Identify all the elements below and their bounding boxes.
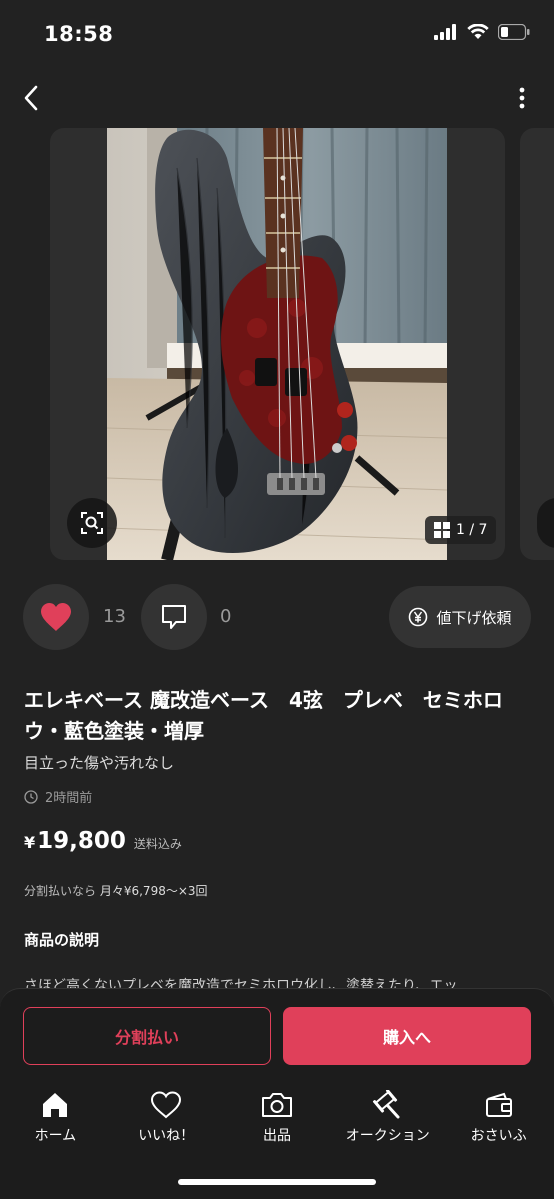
heart-filled-icon (41, 603, 71, 631)
action-row: 13 0 値下げ依頼 (0, 584, 554, 650)
split-pay-button[interactable]: 分割払い (23, 1007, 271, 1065)
tab-wallet-label: おさいふ (470, 1128, 527, 1144)
installment-info: 分割払いなら 月々¥6,798〜×3回 (24, 882, 208, 899)
tab-likes-label: いいね！ (138, 1128, 195, 1144)
more-button[interactable] (512, 84, 532, 112)
description-heading: 商品の説明 (24, 931, 100, 949)
photo-counter[interactable]: 1 / 7 (425, 516, 497, 544)
nav-bar (0, 76, 554, 120)
like-button[interactable] (23, 584, 89, 650)
tab-auction[interactable]: オークション (332, 1089, 443, 1149)
grid-icon (434, 522, 450, 538)
tab-home[interactable]: ホーム (0, 1089, 111, 1149)
posted-time: 2時間前 (24, 787, 92, 806)
tab-wallet[interactable]: おさいふ (443, 1089, 554, 1149)
photo-counter-text: 1 / 7 (456, 522, 488, 538)
home-indicator (178, 1179, 376, 1185)
like-count: 13 (103, 606, 126, 627)
item-condition: 目立った傷や汚れなし (24, 754, 175, 772)
wifi-icon (467, 23, 489, 44)
home-icon (38, 1089, 72, 1121)
image-gallery[interactable] (0, 128, 554, 560)
product-photo[interactable] (107, 128, 447, 560)
comment-icon (162, 605, 186, 629)
back-button[interactable] (16, 82, 46, 114)
battery-icon (497, 23, 530, 44)
price-row: ¥ 19,800 送料込み (24, 828, 182, 854)
status-bar: 18:58 (0, 0, 554, 70)
tab-auction-label: オークション (345, 1128, 430, 1144)
bottom-sheet: 分割払い 購入へ ホーム いいね！ 出品 オークション おさいふ (0, 988, 554, 1199)
tab-likes[interactable]: いいね！ (111, 1089, 222, 1149)
price-down-label: 値下げ依頼 (436, 608, 512, 627)
signal-icon (434, 24, 458, 44)
heart-icon (149, 1089, 183, 1121)
price-down-request-button[interactable]: 値下げ依頼 (389, 586, 531, 648)
currency-symbol: ¥ (24, 833, 36, 852)
installment-detail: 月々¥6,798〜×3回 (99, 884, 208, 898)
zoom-button[interactable] (67, 498, 117, 548)
tab-home-label: ホーム (34, 1128, 77, 1144)
shipping-note: 送料込み (133, 837, 182, 851)
installment-prefix: 分割払いなら (24, 884, 97, 898)
zoom-icon (81, 512, 103, 534)
camera-icon (260, 1089, 294, 1121)
status-time: 18:58 (44, 22, 114, 46)
chevron-left-icon (24, 85, 38, 111)
comment-button[interactable] (141, 584, 207, 650)
status-icons (434, 23, 530, 44)
tab-sell-label: 出品 (262, 1128, 291, 1144)
wallet-icon (482, 1089, 516, 1121)
yen-circle-icon (409, 607, 428, 627)
posted-time-text: 2時間前 (45, 791, 93, 806)
comment-count: 0 (220, 606, 232, 627)
item-title: エレキベース 魔改造ベース 4弦 プレベ セミホロウ・藍色塗装・増厚 (24, 688, 503, 743)
next-photo-card[interactable] (520, 128, 554, 560)
tab-bar: ホーム いいね！ 出品 オークション おさいふ (0, 1089, 554, 1149)
tab-sell[interactable]: 出品 (222, 1089, 333, 1149)
photo-card[interactable] (50, 128, 505, 560)
buy-button[interactable]: 購入へ (283, 1007, 531, 1065)
item-price: 19,800 (37, 828, 126, 854)
clock-icon (24, 789, 38, 804)
more-vertical-icon (519, 87, 525, 109)
gavel-icon (371, 1089, 405, 1121)
